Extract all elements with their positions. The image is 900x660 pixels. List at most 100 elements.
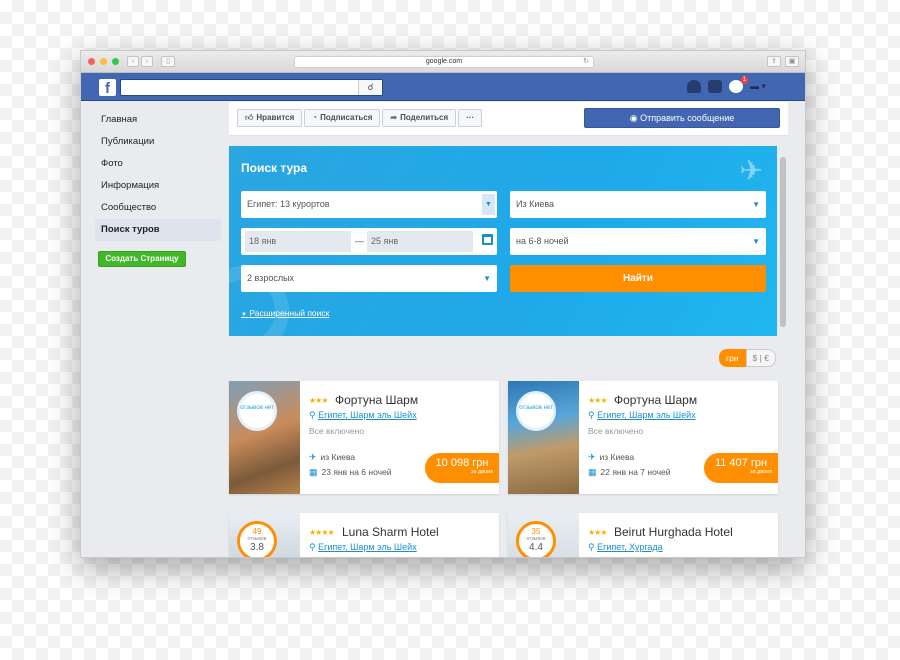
destination-select[interactable]: Египет: 13 курортов ▼ [241,191,497,218]
friend-requests-icon[interactable] [687,80,701,93]
hotel-name[interactable]: Фортуна Шарм [335,393,418,407]
tour-search-widget: Поиск тура ✈ Египет: 13 курортов ▼ Из Ки… [229,146,777,336]
page-sidebar: Главная Публикации Фото Информация Сообщ… [95,109,221,267]
currency-usd-eur-button[interactable]: $ | € [745,349,776,367]
window-controls [88,58,119,65]
plane-icon: ✈ [739,155,763,186]
sidebar-item-posts[interactable]: Публикации [95,131,221,153]
advanced-search-link[interactable]: ▼ Расширенный поиск [241,308,329,318]
browser-actions: ⇧ ▣ [767,56,799,67]
review-score: 4.4 [529,542,543,553]
calendar-icon[interactable] [482,234,493,245]
hotel-photo: отзывов нет [508,381,579,494]
sidebar-item-tour-search[interactable]: Поиск туров [95,219,221,241]
more-button[interactable]: ··· [458,109,483,127]
follow-button[interactable]: ◔ Подписаться [304,109,381,127]
chevron-down-icon: ▼ [752,237,760,246]
share-button[interactable]: ➦ Поделиться [382,109,457,127]
header-icons: 1 ▬ ▾ [687,76,772,93]
location-text: Египет, Шарм эль Шейх [318,410,417,420]
hotel-photo: 35 отзывов 4.4 [508,513,579,557]
back-button[interactable]: ‹ [127,56,139,67]
guests-select[interactable]: 2 взрослых ▼ [241,265,497,292]
date-range-picker[interactable]: 18 янв — 25 янв [241,228,497,255]
scrollbar-thumb[interactable] [780,157,786,327]
calendar-icon: ▦ [588,467,597,477]
hotel-photo: отзывов нет [229,381,300,494]
hotel-location[interactable]: ⚲ Египет, Шарм эль Шейх [309,542,417,553]
create-page-button[interactable]: Создать Страницу [98,251,186,267]
follow-label: Подписаться [320,113,373,122]
date-from-input[interactable]: 18 янв [245,231,351,252]
price-badge[interactable]: 11 407 грн за двоих [704,453,778,483]
departure-city-value: Из Киева [516,199,555,209]
facebook-logo[interactable]: f [99,79,116,97]
review-score: 3.8 [250,542,264,553]
account-menu-icon[interactable]: ▬ ▾ [750,80,772,93]
reload-icon[interactable]: ↻ [583,57,589,67]
meal-plan: Все включено [309,426,365,436]
browser-window: ‹ › ▯ google.com ↻ ⇧ ▣ f ☌ 1 ▬ ▾ Главная [80,50,806,558]
hotel-location[interactable]: ⚲ Египет, Шарм эль Шейх [588,410,696,421]
zoom-window-button[interactable] [112,58,119,65]
hotel-card[interactable]: 35 отзывов 4.4 ★★★ Beirut Hurghada Hotel… [508,513,778,557]
facebook-search-input[interactable]: ☌ [120,79,383,96]
chevron-down-icon: ▼ [482,194,495,215]
tour-search-title: Поиск тура [241,161,308,175]
minimize-window-button[interactable] [100,58,107,65]
hotel-location[interactable]: ⚲ Египет, Шарм эль Шейх [309,410,417,421]
find-button[interactable]: Найти [510,265,766,292]
sidebar-item-community[interactable]: Сообщество [95,197,221,219]
tabs-icon[interactable]: ▣ [785,56,799,67]
location-pin-icon: ⚲ [309,410,316,420]
calendar-icon: ▦ [309,467,318,477]
star-rating: ★★★★ [309,528,335,537]
sidebar-item-info[interactable]: Информация [95,175,221,197]
hotel-name[interactable]: Beirut Hurghada Hotel [614,525,733,539]
price-amount: 10 098 грн [435,457,489,469]
star-rating: ★★★ [588,396,607,405]
send-message-button[interactable]: ◉ Отправить сообщение [584,108,780,128]
sidebar-item-home[interactable]: Главная [95,109,221,131]
review-score-badge: 49 отзывов 3.8 [237,521,277,557]
page-action-bar: 👍︎ Нравится ◔ Подписаться ➦ Поделиться ·… [229,102,788,136]
page-scrollbar[interactable] [779,139,787,557]
nights-select[interactable]: на 6-8 ночей ▼ [510,228,766,255]
search-icon[interactable]: ☌ [358,80,382,95]
price-note: за двоих [470,469,493,475]
close-window-button[interactable] [88,58,95,65]
hotel-card[interactable]: отзывов нет ★★★ Фортуна Шарм ⚲ Египет, Ш… [508,381,778,494]
date-to-input[interactable]: 25 янв [367,231,473,252]
thumbs-up-icon: 👍︎ [245,113,254,122]
chevron-down-icon: ▼ [752,200,760,209]
hotel-card[interactable]: отзывов нет ★★★ Фортуна Шарм ⚲ Египет, Ш… [229,381,499,494]
share-icon[interactable]: ⇧ [767,56,781,67]
sidebar-toggle-icon[interactable]: ▯ [161,56,175,67]
review-badge: отзывов нет [516,391,556,431]
hotel-location[interactable]: ⚲ Египет, Хургада [588,542,663,553]
trip-dates: ▦ 22 янв на 7 ночей [588,467,671,478]
hotel-card[interactable]: 49 отзывов 3.8 ★★★★ Luna Sharm Hotel ⚲ Е… [229,513,499,557]
sidebar-item-photos[interactable]: Фото [95,153,221,175]
like-button[interactable]: 👍︎ Нравится [237,109,303,127]
departure-text: из Киева [320,452,356,462]
advanced-search-label: Расширенный поиск [249,308,330,318]
location-text: Египет, Хургада [597,542,663,552]
review-count: 35 [531,527,541,536]
review-count: 49 [252,527,262,536]
location-pin-icon: ⚲ [588,410,595,420]
hotel-name[interactable]: Фортуна Шарм [614,393,697,407]
hotel-name[interactable]: Luna Sharm Hotel [342,525,439,539]
hotel-photo: 49 отзывов 3.8 [229,513,300,557]
notifications-globe-icon[interactable]: 1 [729,76,748,93]
forward-button[interactable]: › [141,56,153,67]
price-badge[interactable]: 10 098 грн за двоих [425,453,499,483]
messages-icon[interactable] [708,80,722,93]
currency-toggle: грн $ | € [719,349,776,367]
departure-city-select[interactable]: Из Киева ▼ [510,191,766,218]
send-message-label: Отправить сообщение [640,113,735,123]
price-note: за двоих [749,469,772,475]
currency-uah-button[interactable]: грн [719,349,746,367]
date-separator: — [355,236,364,246]
address-bar[interactable]: google.com ↻ [294,56,594,68]
